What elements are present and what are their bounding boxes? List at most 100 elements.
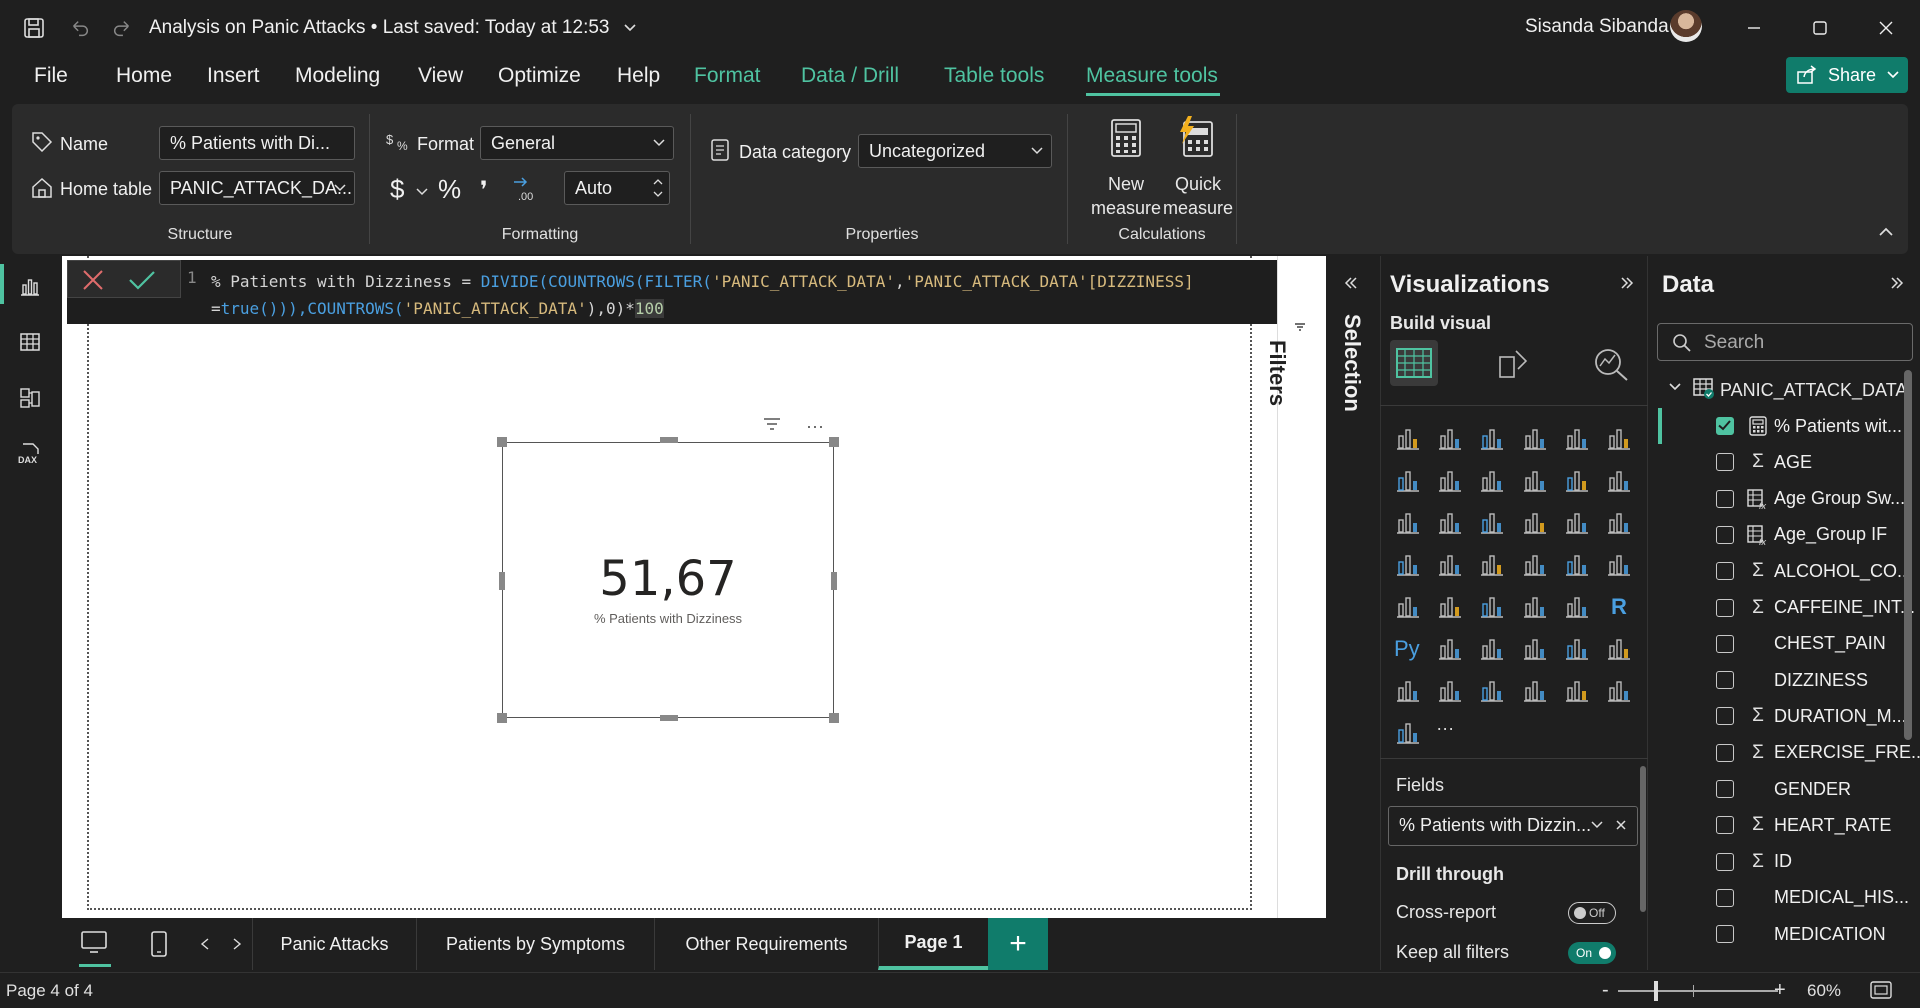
key-influencers-icon[interactable] [1436,634,1466,664]
more-visuals-icon[interactable]: ··· [1436,718,1466,748]
collapse-pane-icon[interactable] [1620,276,1634,290]
field-item[interactable]: GENDER [1716,774,1851,804]
field-item[interactable]: Σ DURATION_M... [1716,701,1907,731]
scroll-right-icon[interactable] [232,938,242,950]
format-visual-icon[interactable] [1496,347,1532,381]
donut-chart-icon[interactable] [1605,508,1635,538]
narrative-icon[interactable] [1563,634,1593,664]
ribbon-area-icon[interactable] [1521,466,1551,496]
field-checkbox[interactable] [1716,707,1734,726]
field-item[interactable]: Σ EXERCISE_FRE... [1716,738,1920,768]
avatar[interactable] [1670,10,1702,42]
arcgis-icon[interactable] [1563,676,1593,706]
stacked-area-icon[interactable] [1478,466,1508,496]
keep-filters-toggle[interactable]: On [1568,942,1616,964]
field-item[interactable]: Σ ALCOHOL_CO... [1716,556,1912,586]
field-item[interactable]: Σ HEART_RATE [1716,810,1891,840]
r-visual-icon[interactable]: R [1605,592,1635,622]
commit-formula-icon[interactable] [128,269,156,291]
resize-handle[interactable] [831,572,837,590]
menu-measure-tools[interactable]: Measure tools [1086,64,1218,88]
resize-handle[interactable] [497,713,507,723]
decimal-places-icon[interactable]: .00 [512,176,542,202]
line-column-icon[interactable] [1563,466,1593,496]
field-item[interactable]: % Patients wit... [1716,411,1902,441]
build-visual-tab[interactable] [1390,340,1438,386]
field-item[interactable]: Σ CAFFEINE_INT... [1716,593,1915,623]
clustered-bar-icon[interactable] [1478,424,1508,454]
share-button[interactable]: Share [1786,57,1908,93]
home-table-select[interactable]: PANIC_ATTACK_DA... [159,171,355,205]
cancel-formula-icon[interactable] [82,269,104,291]
page-tab-page-1[interactable]: Page 1 [878,918,988,970]
menu-view[interactable]: View [418,64,463,88]
selection-label[interactable]: Selection [1339,314,1365,412]
field-checkbox[interactable] [1716,852,1734,871]
data-pane-scrollbar[interactable] [1904,370,1912,740]
decomposition-tree-icon[interactable] [1478,634,1508,664]
field-item[interactable]: CHEST_PAIN [1716,629,1886,659]
pie-chart-icon[interactable] [1563,508,1593,538]
save-icon[interactable] [20,14,48,42]
zoom-slider-track[interactable] [1618,990,1778,992]
field-checkbox[interactable] [1716,417,1734,435]
field-item[interactable]: fx Age_Group IF [1716,520,1887,550]
decimal-places-input[interactable]: Auto [564,171,670,205]
resize-handle[interactable] [497,437,507,447]
chevron-down-icon[interactable] [416,188,428,196]
gauge-icon[interactable] [1563,550,1593,580]
100-bar-icon[interactable] [1563,424,1593,454]
custom-visual-icon[interactable] [1394,718,1424,748]
power-automate-icon[interactable] [1521,676,1551,706]
line-chart-icon[interactable] [1394,466,1424,496]
field-checkbox[interactable] [1716,780,1734,798]
field-checkbox[interactable] [1716,598,1734,617]
page-tab-patients-by-symptoms[interactable]: Patients by Symptoms [416,918,654,970]
field-item[interactable]: Σ AGE [1716,447,1812,477]
table-visual-icon[interactable] [1521,592,1551,622]
analytics-icon[interactable] [1592,346,1630,382]
menu-optimize[interactable]: Optimize [498,64,581,88]
area-chart-icon[interactable] [1436,466,1466,496]
new-card-icon[interactable] [1436,676,1466,706]
formula-text[interactable]: % Patients with Dizziness = DIVIDE(COUNT… [211,268,1296,322]
menu-table-tools[interactable]: Table tools [944,64,1044,88]
menu-home[interactable]: Home [116,64,172,88]
menu-insert[interactable]: Insert [207,64,260,88]
resize-handle[interactable] [499,572,505,590]
field-checkbox[interactable] [1716,925,1734,944]
azure-map-icon[interactable] [1521,550,1551,580]
undo-icon[interactable] [66,14,94,42]
card-icon[interactable] [1605,550,1635,580]
goals-icon[interactable] [1605,634,1635,664]
zoom-in-button[interactable]: + [1774,979,1786,1002]
field-item[interactable]: MEDICATION [1716,919,1886,949]
clustered-column-icon[interactable] [1521,424,1551,454]
more-options-icon[interactable]: ··· [806,416,824,437]
field-item[interactable]: Σ ID [1716,847,1792,877]
resize-handle[interactable] [829,437,839,447]
viz-pane-scrollbar[interactable] [1640,766,1646,912]
waterfall-icon[interactable] [1436,508,1466,538]
comma-style-button[interactable]: ❜ [480,176,488,205]
chevron-down-icon[interactable] [1591,821,1603,829]
card-visual[interactable]: 51,67 % Patients with Dizziness [502,442,834,718]
smart-narrative-icon[interactable] [1605,676,1635,706]
ribbon-chart-icon[interactable] [1394,508,1424,538]
map-icon[interactable] [1436,550,1466,580]
paginated-report-icon[interactable] [1394,676,1424,706]
stepper-icon[interactable] [653,176,663,200]
qa-icon[interactable] [1521,634,1551,664]
menu-file[interactable]: File [34,64,68,88]
zoom-level[interactable]: 60% [1807,981,1841,1001]
zoom-out-button[interactable]: - [1602,979,1609,1002]
filled-map-icon[interactable] [1478,550,1508,580]
filter-visual-icon[interactable] [762,416,782,432]
data-category-select[interactable]: Uncategorized [858,134,1052,168]
expand-left-icon[interactable] [1344,276,1358,290]
funnel-icon[interactable] [1478,508,1508,538]
line-stacked-column-icon[interactable] [1605,466,1635,496]
field-checkbox[interactable] [1716,743,1734,762]
user-name[interactable]: Sisanda Sibanda [1525,16,1669,38]
scatter-icon[interactable] [1521,508,1551,538]
